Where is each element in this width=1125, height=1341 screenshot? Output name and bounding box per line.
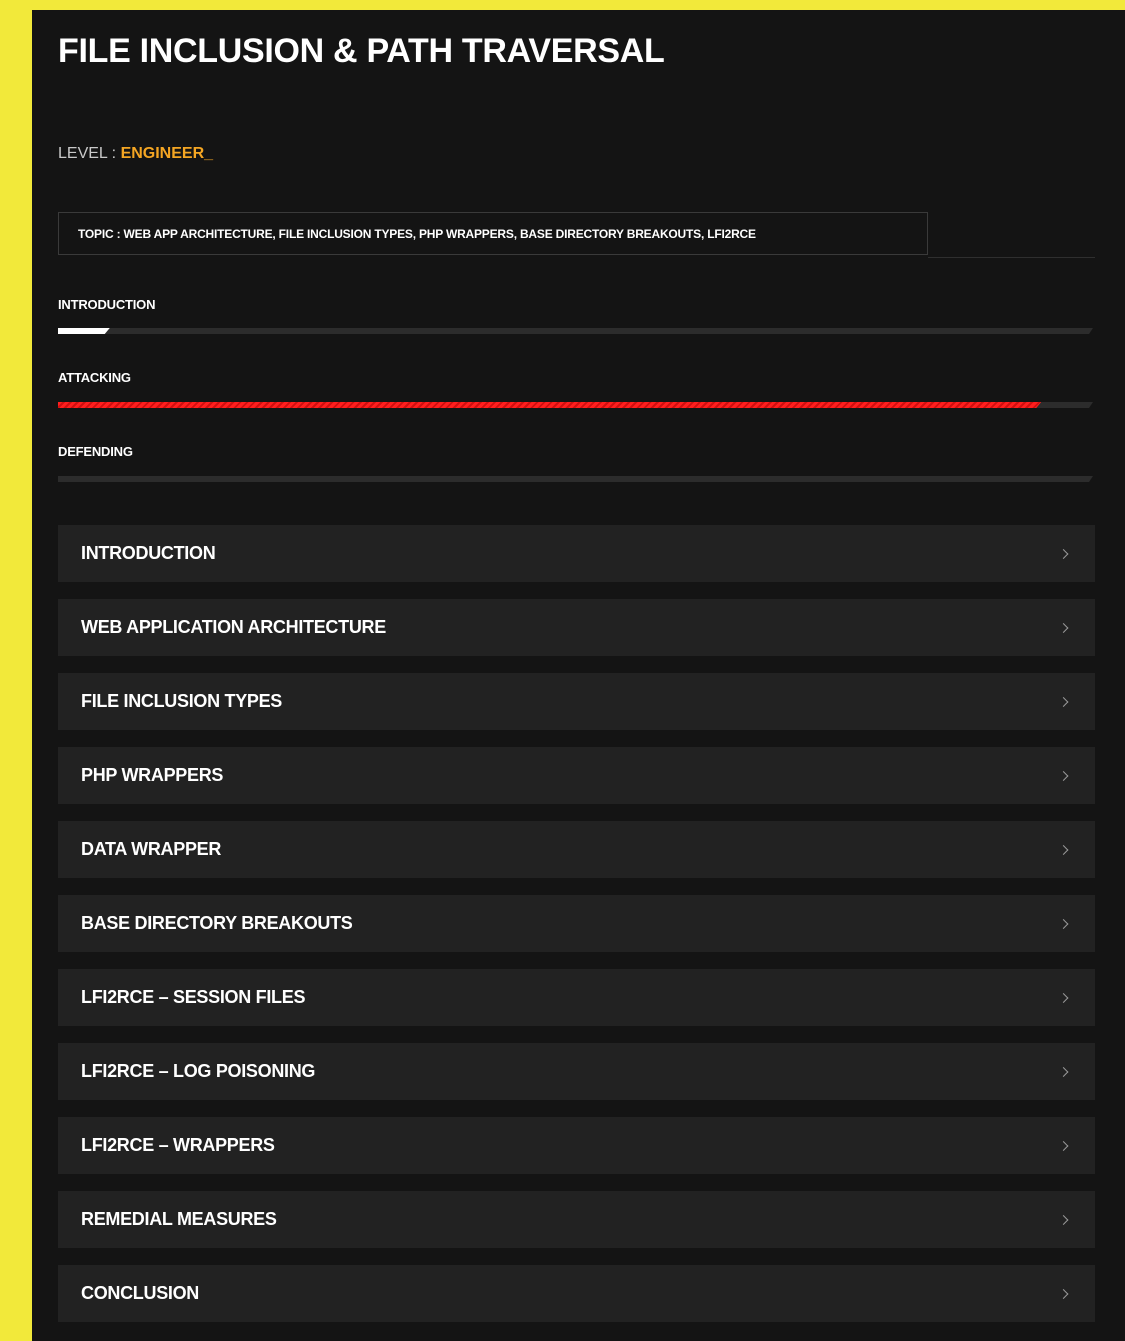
section-label: BASE DIRECTORY BREAKOUTS — [81, 913, 353, 933]
chevron-right-icon — [1058, 1140, 1069, 1151]
topic-divider — [928, 257, 1095, 258]
chevron-right-icon — [1058, 918, 1069, 929]
progress-label-introduction: INTRODUCTION — [58, 297, 156, 312]
section-label: LFI2RCE – SESSION FILES — [81, 987, 306, 1007]
section-item-web-application-architecture[interactable]: WEB APPLICATION ARCHITECTURE — [58, 599, 1095, 656]
section-label: WEB APPLICATION ARCHITECTURE — [81, 617, 386, 637]
progress-bar-attacking — [58, 402, 1093, 408]
chevron-right-icon — [1058, 548, 1069, 559]
chevron-right-icon — [1058, 696, 1069, 707]
chevron-right-icon — [1058, 992, 1069, 1003]
section-item-data-wrapper[interactable]: DATA WRAPPER — [58, 821, 1095, 878]
course-page: FILE INCLUSION & PATH TRAVERSAL LEVEL : … — [32, 10, 1125, 1341]
progress-fill-attacking — [58, 402, 1041, 408]
progress-bar-defending — [58, 476, 1093, 482]
section-item-introduction[interactable]: INTRODUCTION — [58, 525, 1095, 582]
section-item-php-wrappers[interactable]: PHP WRAPPERS — [58, 747, 1095, 804]
section-item-remedial-measures[interactable]: REMEDIAL MEASURES — [58, 1191, 1095, 1248]
section-label: REMEDIAL MEASURES — [81, 1209, 277, 1229]
section-item-conclusion[interactable]: CONCLUSION — [58, 1265, 1095, 1322]
chevron-right-icon — [1058, 1066, 1069, 1077]
section-item-lfi2rce-log-poisoning[interactable]: LFI2RCE – LOG POISONING — [58, 1043, 1095, 1100]
page-title: FILE INCLUSION & PATH TRAVERSAL — [58, 32, 665, 70]
section-label: PHP WRAPPERS — [81, 765, 224, 785]
topic-text: TOPIC : WEB APP ARCHITECTURE, FILE INCLU… — [78, 226, 756, 241]
chevron-right-icon — [1058, 844, 1069, 855]
section-item-lfi2rce-session-files[interactable]: LFI2RCE – SESSION FILES — [58, 969, 1095, 1026]
chevron-right-icon — [1058, 770, 1069, 781]
section-label: INTRODUCTION — [81, 543, 216, 563]
progress-label-attacking: ATTACKING — [58, 370, 131, 385]
section-item-lfi2rce-wrappers[interactable]: LFI2RCE – WRAPPERS — [58, 1117, 1095, 1174]
section-label: LFI2RCE – WRAPPERS — [81, 1135, 275, 1155]
level-value: ENGINEER_ — [120, 145, 214, 162]
progress-fill-introduction — [58, 328, 110, 334]
section-label: FILE INCLUSION TYPES — [81, 691, 283, 711]
chevron-right-icon — [1058, 622, 1069, 633]
chevron-right-icon — [1058, 1214, 1069, 1225]
chevron-right-icon — [1058, 1288, 1069, 1299]
section-label: DATA WRAPPER — [81, 839, 222, 859]
section-item-file-inclusion-types[interactable]: FILE INCLUSION TYPES — [58, 673, 1095, 730]
section-label: CONCLUSION — [81, 1283, 199, 1303]
progress-label-defending: DEFENDING — [58, 444, 133, 459]
level-label: LEVEL : — [58, 145, 121, 162]
topic-box: TOPIC : WEB APP ARCHITECTURE, FILE INCLU… — [58, 212, 928, 255]
progress-bar-introduction — [58, 328, 1093, 334]
section-item-base-directory-breakouts[interactable]: BASE DIRECTORY BREAKOUTS — [58, 895, 1095, 952]
section-label: LFI2RCE – LOG POISONING — [81, 1061, 316, 1081]
level-line: LEVEL : ENGINEER_ — [58, 145, 213, 163]
